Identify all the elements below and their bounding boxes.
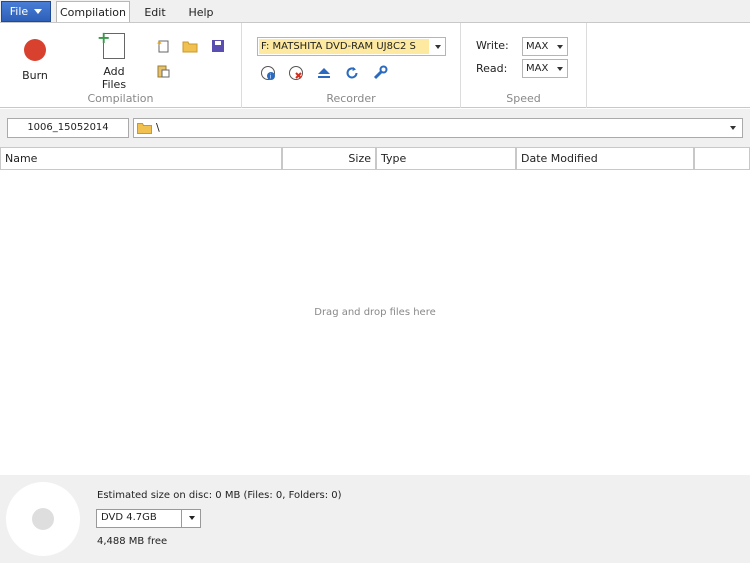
write-speed-value: MAX <box>526 41 549 52</box>
erase-disc-icon[interactable] <box>288 65 304 81</box>
speed-group: Write: MAX Read: MAX Speed <box>461 23 587 108</box>
read-speed-select[interactable]: MAX <box>522 59 568 78</box>
chevron-down-icon <box>557 67 563 71</box>
disc-type-value: DVD 4.7GB <box>101 512 157 523</box>
chevron-down-icon <box>435 45 441 49</box>
recorder-group: F: MATSHITA DVD-RAM UJ8C2 S i Recorder <box>242 23 461 108</box>
eject-icon[interactable] <box>316 65 332 81</box>
burn-button[interactable]: Burn <box>16 37 54 83</box>
column-header-type[interactable]: Type <box>376 147 516 170</box>
read-speed-label: Read: <box>476 62 508 75</box>
speed-group-label: Speed <box>506 92 541 105</box>
drop-hint: Drag and drop files here <box>314 307 436 318</box>
status-panel: Estimated size on disc: 0 MB (Files: 0, … <box>0 475 750 563</box>
column-header-size[interactable]: Size <box>282 147 376 170</box>
file-menu-label: File <box>9 5 29 18</box>
drive-select[interactable]: F: MATSHITA DVD-RAM UJ8C2 S <box>257 37 446 56</box>
compilation-group-label: Compilation <box>87 92 154 105</box>
write-speed-label: Write: <box>476 39 509 52</box>
column-header-extra[interactable] <box>694 147 750 170</box>
svg-text:✦: ✦ <box>156 39 163 48</box>
ribbon-empty-area <box>587 23 750 108</box>
tab-label: Edit <box>144 5 166 19</box>
write-speed-select[interactable]: MAX <box>522 37 568 56</box>
new-compilation-icon[interactable]: ✦ <box>155 38 171 54</box>
folder-icon <box>137 123 152 134</box>
open-folder-icon[interactable] <box>182 38 198 54</box>
tab-help[interactable]: Help <box>182 1 220 23</box>
free-space-text: 4,488 MB free <box>97 536 168 547</box>
add-files-button[interactable]: + Add Files <box>90 30 138 92</box>
drive-select-value: F: MATSHITA DVD-RAM UJ8C2 S <box>259 39 429 54</box>
ribbon: Burn + Add Files ✦ Compilation F: MATSHI… <box>0 22 750 108</box>
chevron-down-icon <box>557 45 563 49</box>
disc-icon <box>6 482 80 556</box>
disc-info-icon[interactable]: i <box>260 65 276 81</box>
column-header-name[interactable]: Name <box>0 147 282 170</box>
burn-icon <box>24 39 46 61</box>
read-speed-value: MAX <box>526 63 549 74</box>
tab-label: Compilation <box>59 6 127 19</box>
add-files-icon: + <box>97 30 125 59</box>
chevron-down-icon <box>730 126 736 130</box>
tab-compilation[interactable]: Compilation <box>56 1 130 23</box>
paste-icon[interactable] <box>155 63 171 79</box>
save-icon[interactable] <box>210 38 226 54</box>
file-list[interactable]: Drag and drop files here <box>0 170 750 475</box>
burn-label: Burn <box>22 69 48 82</box>
path-select[interactable]: \ <box>133 118 743 138</box>
disc-type-dropdown-button[interactable] <box>181 510 200 527</box>
add-files-label: Add Files <box>101 65 127 91</box>
path-value: \ <box>156 121 160 134</box>
disc-type-select[interactable]: DVD 4.7GB <box>96 509 201 528</box>
column-header-date-modified[interactable]: Date Modified <box>516 147 694 170</box>
disc-label-field[interactable]: 1006_15052014 <box>7 118 129 138</box>
chevron-down-icon <box>189 516 195 520</box>
refresh-icon[interactable] <box>344 65 360 81</box>
compilation-group: Burn + Add Files ✦ Compilation <box>0 23 242 108</box>
tab-edit[interactable]: Edit <box>136 1 174 23</box>
tab-label: Help <box>188 5 214 19</box>
recorder-group-label: Recorder <box>326 92 376 105</box>
disc-hole <box>32 508 54 530</box>
chevron-down-icon <box>34 9 43 14</box>
path-bar: 1006_15052014 \ <box>0 109 750 147</box>
tools-icon[interactable] <box>372 65 388 81</box>
file-menu-button[interactable]: File <box>1 1 51 22</box>
estimated-size-text: Estimated size on disc: 0 MB (Files: 0, … <box>97 490 342 501</box>
menu-bar: File Compilation Edit Help <box>0 0 750 23</box>
